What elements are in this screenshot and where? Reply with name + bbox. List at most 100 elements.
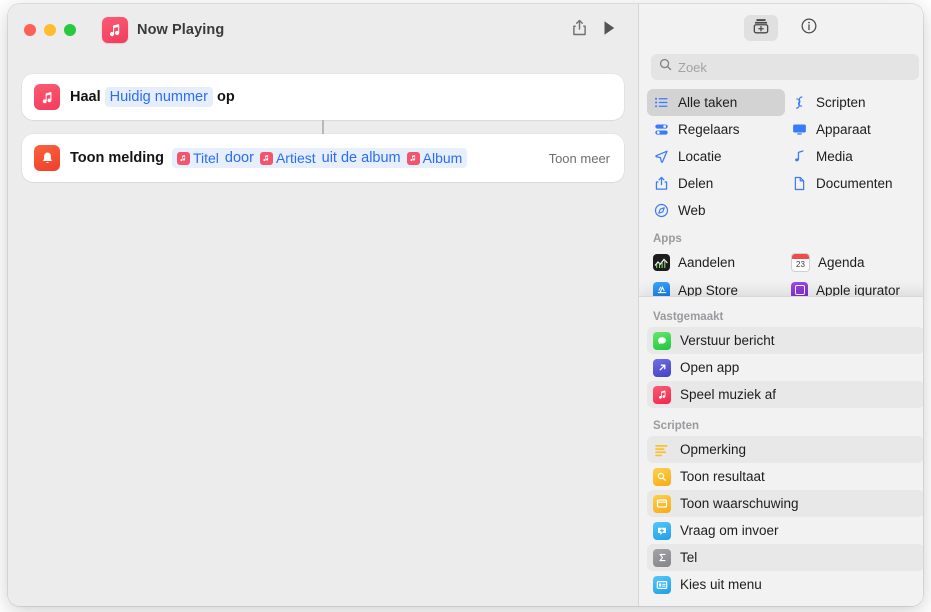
pinned-item-speel-muziek-af[interactable]: Speel muziek af [647, 381, 923, 408]
search-icon [659, 58, 672, 76]
category-item-delen[interactable]: Delen [647, 170, 785, 197]
script-item-opmerking[interactable]: Opmerking [647, 436, 923, 463]
token-label: Artiest [276, 150, 316, 166]
action-card-show-notification[interactable]: Toon melding Titel door [22, 134, 624, 182]
script-item-toon-waarschuwing[interactable]: Toon waarschuwing [647, 490, 923, 517]
search-input[interactable]: Zoek [678, 60, 707, 75]
token-label: Album [423, 150, 463, 166]
calendar-icon: 23 [791, 253, 810, 272]
category-label: Documenten [816, 176, 893, 191]
messages-icon [653, 332, 671, 350]
info-button[interactable] [792, 15, 826, 41]
comment-icon [653, 441, 671, 459]
category-item-scripten[interactable]: Scripten [785, 89, 923, 116]
share-icon [653, 175, 670, 192]
category-label: Regelaars [678, 122, 740, 137]
action-library-button[interactable] [744, 15, 778, 41]
action-library-pane: Zoek Alle taken [638, 4, 923, 606]
editor-pane: Now Playing [8, 4, 638, 606]
pinned-item-open-app[interactable]: Open app [647, 354, 923, 381]
action-library-icon [752, 17, 770, 40]
category-item-regelaars[interactable]: Regelaars [647, 116, 785, 143]
shortcut-canvas: Haal Huidig nummer op Toon [8, 56, 638, 182]
zoom-button[interactable] [64, 24, 76, 36]
music-icon [653, 386, 671, 404]
notification-token-line[interactable]: Titel door Artiest [172, 148, 467, 168]
action-parameter-current-song[interactable]: Huidig nummer [105, 87, 213, 107]
script-label: Kies uit menu [680, 577, 762, 592]
popover-fade [639, 297, 923, 307]
ask-input-icon [653, 522, 671, 540]
pinned-section-header: Vastgemaakt [639, 311, 923, 323]
open-app-icon [653, 359, 671, 377]
pinned-label: Speel muziek af [680, 387, 776, 402]
script-label: Opmerking [680, 442, 746, 457]
pinned-item-verstuur-bericht[interactable]: Verstuur bericht [647, 327, 923, 354]
window-title-group: Now Playing [102, 17, 224, 43]
category-label: Delen [678, 176, 713, 191]
action-text: Haal Huidig nummer op [70, 87, 235, 107]
share-button[interactable] [564, 17, 594, 43]
pinned-label: Verstuur bericht [680, 333, 775, 348]
script-label: Toon resultaat [680, 469, 765, 484]
traffic-lights [24, 24, 76, 36]
category-label: Web [678, 203, 706, 218]
show-more-button[interactable]: Toon meer [535, 151, 610, 166]
script-label: Vraag om invoer [680, 523, 779, 538]
app-label: Agenda [818, 255, 865, 270]
minimize-button[interactable] [44, 24, 56, 36]
script-item-kies-uit-menu[interactable]: Kies uit menu [647, 571, 923, 598]
library-toolbar [639, 4, 923, 52]
token-join-door: door [225, 150, 254, 166]
category-item-apparaat[interactable]: Apparaat [785, 116, 923, 143]
location-icon [653, 148, 670, 165]
display-icon [791, 121, 808, 138]
app-label: Aandelen [678, 255, 735, 270]
category-label: Scripten [816, 95, 866, 110]
token-join-album: uit de album [322, 150, 401, 166]
variable-token-artiest[interactable]: Artiest [260, 150, 316, 166]
bell-icon [34, 145, 60, 171]
script-item-vraag-om-invoer[interactable]: Vraag om invoer [647, 517, 923, 544]
play-icon [601, 19, 617, 42]
app-item-agenda[interactable]: 23 Agenda [785, 248, 923, 276]
document-icon [791, 175, 808, 192]
script-label: Toon waarschuwing [680, 496, 799, 511]
window-titlebar: Now Playing [8, 4, 638, 56]
category-label: Alle taken [678, 95, 737, 110]
apps-section-header: Apps [639, 233, 923, 245]
variable-token-album[interactable]: Album [407, 150, 463, 166]
show-result-icon [653, 468, 671, 486]
music-note-icon [407, 152, 420, 165]
play-button[interactable] [594, 17, 624, 43]
category-label: Media [816, 149, 853, 164]
action-card-get-current-song[interactable]: Haal Huidig nummer op [22, 74, 624, 120]
script-item-tel[interactable]: Tel [647, 544, 923, 571]
category-item-documenten[interactable]: Documenten [785, 170, 923, 197]
compass-icon [653, 202, 670, 219]
stocks-icon [653, 254, 670, 271]
script-item-toon-resultaat[interactable]: Toon resultaat [647, 463, 923, 490]
action-prefix: Toon melding [70, 150, 164, 166]
close-button[interactable] [24, 24, 36, 36]
pinned-label: Open app [680, 360, 739, 375]
category-item-alle-taken[interactable]: Alle taken [647, 89, 785, 116]
category-item-web[interactable]: Web [647, 197, 785, 224]
scripts-section-header: Scripten [639, 420, 923, 432]
action-suffix: op [217, 89, 235, 105]
variable-token-titel[interactable]: Titel [177, 150, 219, 166]
controls-icon [653, 121, 670, 138]
share-icon [571, 19, 588, 42]
category-item-locatie[interactable]: Locatie [647, 143, 785, 170]
menu-choose-icon [653, 576, 671, 594]
info-icon [800, 17, 818, 40]
sigma-icon [653, 549, 671, 567]
library-popover: Vastgemaakt Verstuur bericht [639, 296, 923, 606]
category-item-media[interactable]: Media [785, 143, 923, 170]
app-item-aandelen[interactable]: Aandelen [647, 248, 785, 276]
music-note-icon [260, 152, 273, 165]
search-field[interactable]: Zoek [651, 54, 919, 80]
alert-icon [653, 495, 671, 513]
note-icon [791, 148, 808, 165]
shortcuts-window: Now Playing [8, 4, 923, 606]
